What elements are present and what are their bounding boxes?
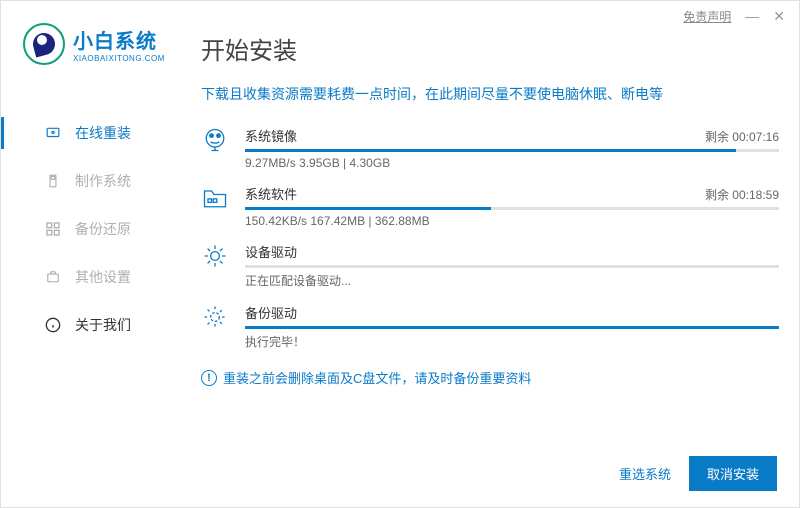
sidebar-item-about[interactable]: 关于我们 bbox=[1, 301, 181, 349]
sidebar-item-create-system[interactable]: 制作系统 bbox=[1, 157, 181, 205]
sidebar-item-online-reinstall[interactable]: 在线重装 bbox=[1, 109, 181, 157]
task-backup-driver: 备份驱动 执行完毕！ bbox=[201, 303, 779, 350]
sidebar-item-backup-restore[interactable]: 备份还原 bbox=[1, 205, 181, 253]
progress-bar bbox=[245, 265, 779, 268]
task-detail: 执行完毕！ bbox=[245, 333, 779, 350]
logo-icon bbox=[23, 23, 65, 65]
disclaimer-link[interactable]: 免责声明 bbox=[683, 8, 731, 25]
close-icon[interactable]: ✕ bbox=[773, 8, 785, 25]
install-notice: 下载且收集资源需要耗费一点时间，在此期间尽量不要使电脑休眠、断电等 bbox=[201, 84, 779, 104]
sidebar-item-label: 备份还原 bbox=[75, 219, 131, 239]
info-icon bbox=[45, 317, 61, 333]
task-detail: 150.42KB/s 167.42MB | 362.88MB bbox=[245, 214, 779, 228]
briefcase-icon bbox=[45, 269, 61, 285]
sidebar: 在线重装 制作系统 备份还原 其他设置 关于我们 bbox=[1, 109, 181, 349]
task-title: 系统软件 bbox=[245, 184, 297, 203]
progress-bar bbox=[245, 149, 779, 152]
logo-name: 小白系统 bbox=[73, 25, 165, 54]
cancel-install-button[interactable]: 取消安装 bbox=[689, 456, 777, 491]
reinstall-icon bbox=[45, 125, 61, 141]
task-system-software: 系统软件 剩余 00:18:59 150.42KB/s 167.42MB | 3… bbox=[201, 184, 779, 228]
progress-bar bbox=[245, 326, 779, 329]
folder-icon bbox=[201, 184, 229, 212]
image-icon bbox=[201, 126, 229, 154]
sidebar-item-label: 关于我们 bbox=[75, 315, 131, 335]
task-title: 系统镜像 bbox=[245, 126, 297, 145]
gear-dashed-icon bbox=[201, 303, 229, 331]
task-title: 备份驱动 bbox=[245, 303, 297, 322]
gear-icon bbox=[201, 242, 229, 270]
page-title: 开始安装 bbox=[201, 31, 779, 66]
grid-icon bbox=[45, 221, 61, 237]
reselect-system-link[interactable]: 重选系统 bbox=[619, 464, 671, 483]
sidebar-item-label: 其他设置 bbox=[75, 267, 131, 287]
minimize-icon[interactable]: — bbox=[745, 8, 759, 24]
logo-sub: XIAOBAIXITONG.COM bbox=[73, 54, 165, 63]
task-remain: 剩余 00:07:16 bbox=[705, 128, 779, 145]
app-logo: 小白系统 XIAOBAIXITONG.COM bbox=[23, 23, 165, 65]
task-system-image: 系统镜像 剩余 00:07:16 9.27MB/s 3.95GB | 4.30G… bbox=[201, 126, 779, 170]
usb-icon bbox=[45, 173, 61, 189]
progress-bar bbox=[245, 207, 779, 210]
task-device-driver: 设备驱动 正在匹配设备驱动... bbox=[201, 242, 779, 289]
task-detail: 9.27MB/s 3.95GB | 4.30GB bbox=[245, 156, 779, 170]
warning-line: ! 重装之前会删除桌面及C盘文件，请及时备份重要资料 bbox=[201, 368, 779, 387]
task-remain: 剩余 00:18:59 bbox=[705, 186, 779, 203]
warning-text: 重装之前会删除桌面及C盘文件，请及时备份重要资料 bbox=[223, 368, 531, 387]
progress-list: 系统镜像 剩余 00:07:16 9.27MB/s 3.95GB | 4.30G… bbox=[201, 126, 779, 350]
sidebar-item-other-settings[interactable]: 其他设置 bbox=[1, 253, 181, 301]
task-detail: 正在匹配设备驱动... bbox=[245, 272, 779, 289]
sidebar-item-label: 制作系统 bbox=[75, 171, 131, 191]
sidebar-item-label: 在线重装 bbox=[75, 123, 131, 143]
task-title: 设备驱动 bbox=[245, 242, 297, 261]
warning-icon: ! bbox=[201, 370, 217, 386]
